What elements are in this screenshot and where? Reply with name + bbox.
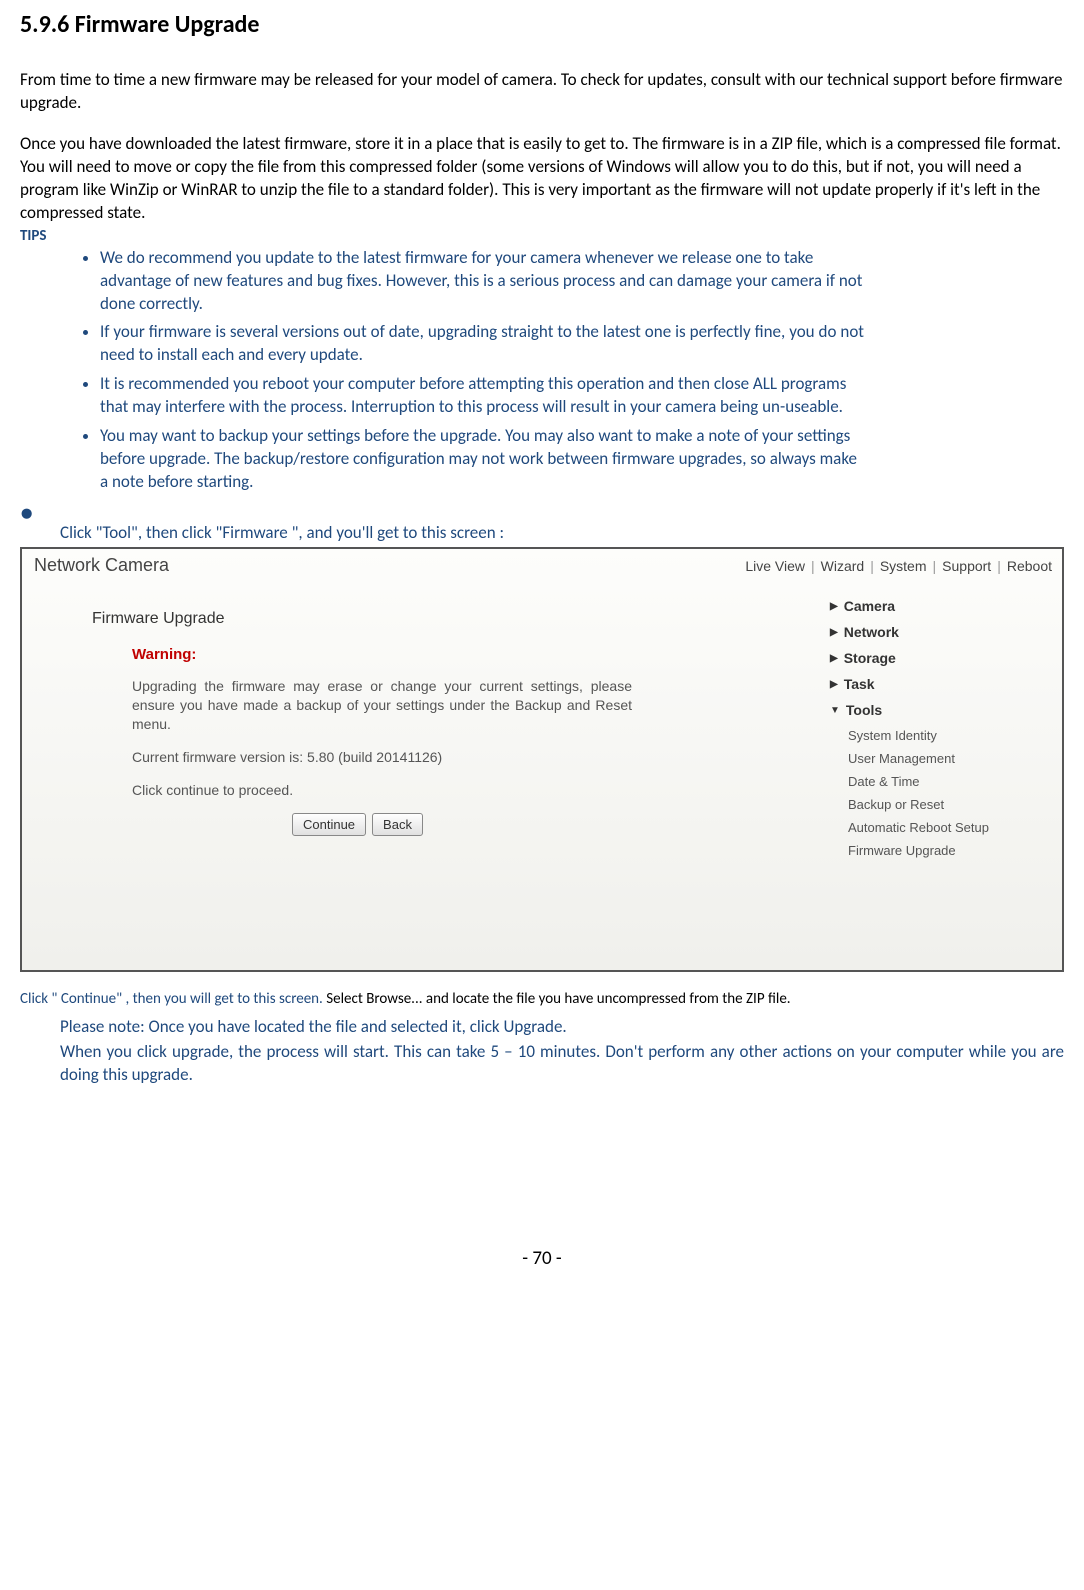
tip-item: If your firmware is several versions out… xyxy=(100,321,1064,367)
page-number: - 70 - xyxy=(20,1247,1064,1270)
top-nav: Live View | Wizard | System | Support | … xyxy=(745,558,1052,574)
chevron-right-icon: ▶ xyxy=(830,627,838,638)
tip-item: You may want to backup your settings bef… xyxy=(100,425,1064,494)
nav-support[interactable]: Support xyxy=(942,558,991,574)
nav-live-view[interactable]: Live View xyxy=(745,558,805,574)
firmware-screenshot: Network Camera Live View | Wizard | Syst… xyxy=(20,547,1064,972)
sidebar-item-network[interactable]: ▶ Network xyxy=(830,624,1052,640)
back-button[interactable]: Back xyxy=(372,813,423,836)
sidebar-label: Network xyxy=(844,624,899,640)
sidebar-sub-auto-reboot[interactable]: Automatic Reboot Setup xyxy=(830,820,1052,835)
sidebar-label: Task xyxy=(844,676,875,692)
after-screenshot-line: Click " Continue" , then you will get to… xyxy=(20,990,1064,1008)
sidebar-item-camera[interactable]: ▶ Camera xyxy=(830,598,1052,614)
nav-separator: | xyxy=(997,558,1001,574)
sidebar: ▶ Camera ▶ Network ▶ Storage ▶ Task ▼ To… xyxy=(812,580,1062,970)
nav-wizard[interactable]: Wizard xyxy=(821,558,865,574)
button-row: Continue Back xyxy=(292,813,772,836)
sidebar-label: Storage xyxy=(844,650,896,666)
note-line-2: When you click upgrade, the process will… xyxy=(60,1041,1064,1087)
chevron-down-icon: ▼ xyxy=(830,705,840,716)
tips-list: We do recommend you update to the latest… xyxy=(20,247,1064,494)
sidebar-sub-date-time[interactable]: Date & Time xyxy=(830,774,1052,789)
main-panel: Firmware Upgrade Warning: Upgrading the … xyxy=(22,580,812,970)
sidebar-label: Tools xyxy=(846,702,882,718)
version-text: Current firmware version is: 5.80 (build… xyxy=(132,748,632,767)
sidebar-sub-backup-reset[interactable]: Backup or Reset xyxy=(830,797,1052,812)
screenshot-body: Firmware Upgrade Warning: Upgrading the … xyxy=(22,580,1062,970)
note-line-1: Please note: Once you have located the f… xyxy=(60,1016,1064,1039)
after-black-text: Select Browse... and locate the file you… xyxy=(326,990,790,1008)
click-instruction: Click "Tool", then click "Firmware ", an… xyxy=(20,522,1064,543)
proceed-text: Click continue to proceed. xyxy=(132,781,632,800)
intro-paragraph-1: From time to time a new firmware may be … xyxy=(20,69,1064,115)
note-block: Please note: Once you have located the f… xyxy=(20,1016,1064,1087)
sidebar-item-task[interactable]: ▶ Task xyxy=(830,676,1052,692)
tip-item: It is recommended you reboot your comput… xyxy=(100,373,1064,419)
after-blue-text: Click " Continue" , then you will get to… xyxy=(20,990,326,1008)
sidebar-sub-system-identity[interactable]: System Identity xyxy=(830,728,1052,743)
bullet-icon: ● xyxy=(20,502,1064,524)
chevron-right-icon: ▶ xyxy=(830,653,838,664)
sidebar-item-tools[interactable]: ▼ Tools xyxy=(830,702,1052,718)
continue-button[interactable]: Continue xyxy=(292,813,366,836)
nav-separator: | xyxy=(933,558,937,574)
nav-reboot[interactable]: Reboot xyxy=(1007,558,1052,574)
section-heading: 5.9.6 Firmware Upgrade xyxy=(20,10,1064,39)
app-title: Network Camera xyxy=(34,555,169,576)
nav-separator: | xyxy=(811,558,815,574)
nav-system[interactable]: System xyxy=(880,558,927,574)
chevron-right-icon: ▶ xyxy=(830,601,838,612)
intro-paragraph-2: Once you have downloaded the latest firm… xyxy=(20,133,1064,225)
warning-label: Warning: xyxy=(132,646,772,663)
tips-label: TIPS xyxy=(20,227,1064,245)
warning-text: Upgrading the firmware may erase or chan… xyxy=(132,677,632,734)
sidebar-item-storage[interactable]: ▶ Storage xyxy=(830,650,1052,666)
nav-separator: | xyxy=(870,558,874,574)
panel-title: Firmware Upgrade xyxy=(92,610,772,628)
sidebar-label: Camera xyxy=(844,598,895,614)
chevron-right-icon: ▶ xyxy=(830,679,838,690)
tip-item: We do recommend you update to the latest… xyxy=(100,247,1064,316)
sidebar-sub-user-management[interactable]: User Management xyxy=(830,751,1052,766)
screenshot-header: Network Camera Live View | Wizard | Syst… xyxy=(22,549,1062,580)
sidebar-sub-firmware-upgrade[interactable]: Firmware Upgrade xyxy=(830,843,1052,858)
